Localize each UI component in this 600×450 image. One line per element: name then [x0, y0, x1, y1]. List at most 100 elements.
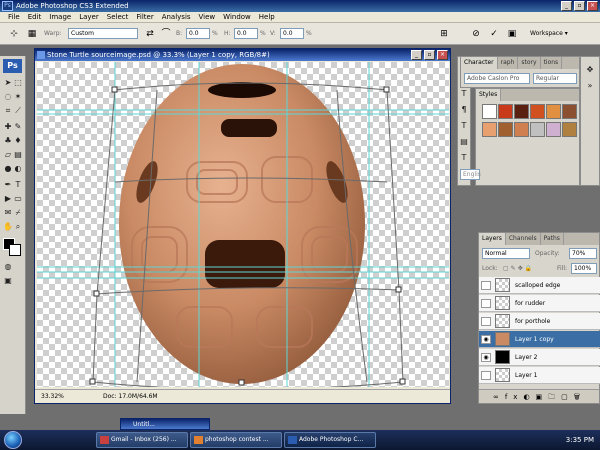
document-title-bar[interactable]: Stone Turtle sourceimage.psd @ 33.3% (La…: [35, 49, 450, 61]
slice-tool-icon[interactable]: ⟋: [13, 106, 23, 116]
history-brush-icon[interactable]: ♦: [13, 136, 23, 146]
visibility-eye-icon[interactable]: ◉: [481, 353, 491, 362]
layer-row[interactable]: for rudder: [479, 295, 600, 312]
dodge-tool-icon[interactable]: ◐: [13, 164, 23, 174]
path-select-icon[interactable]: ▶: [3, 194, 13, 204]
visibility-eye-icon[interactable]: [481, 317, 491, 326]
menu-file[interactable]: File: [4, 12, 24, 22]
tab-paragraph[interactable]: raph: [498, 57, 519, 69]
menu-window[interactable]: Window: [219, 12, 255, 22]
style-swatch[interactable]: [482, 122, 497, 137]
menu-image[interactable]: Image: [45, 12, 75, 22]
cancel-transform-icon[interactable]: ⊘: [470, 28, 482, 40]
doc-close-button[interactable]: ×: [437, 50, 448, 60]
commit-transform-icon[interactable]: ✓: [488, 28, 500, 40]
start-button[interactable]: [4, 431, 22, 449]
style-swatch[interactable]: [562, 122, 577, 137]
tab-channels[interactable]: Channels: [506, 233, 541, 245]
bend-field[interactable]: 0.0: [186, 28, 210, 39]
style-swatch[interactable]: [530, 122, 545, 137]
panel-options-icon[interactable]: ✥: [585, 65, 595, 75]
tab-layers[interactable]: Layers: [479, 233, 506, 245]
type-options-icon[interactable]: T: [459, 121, 469, 131]
menu-select[interactable]: Select: [103, 12, 133, 22]
h-field[interactable]: 0.0: [234, 28, 258, 39]
zoom-readout[interactable]: 33.32%: [41, 390, 64, 403]
panel-collapse-icon[interactable]: »: [585, 81, 595, 91]
language-select[interactable]: Englis: [460, 169, 481, 180]
font-family-select[interactable]: Adobe Caslon Pro: [464, 73, 530, 84]
tab-options[interactable]: tions: [541, 57, 563, 69]
styles-icon[interactable]: ▤: [459, 137, 469, 147]
visibility-eye-icon[interactable]: [481, 299, 491, 308]
menu-view[interactable]: View: [195, 12, 220, 22]
shape-tool-icon[interactable]: ▭: [13, 194, 23, 204]
zoom-tool-icon[interactable]: ⌕: [13, 222, 23, 232]
layer-row[interactable]: for porthole: [479, 313, 600, 330]
brush-tool-icon[interactable]: ✎: [13, 122, 23, 132]
tab-story[interactable]: story: [518, 57, 541, 69]
style-swatch[interactable]: [482, 104, 497, 119]
gradient-tool-icon[interactable]: ▤: [13, 150, 23, 160]
style-swatch[interactable]: [546, 104, 561, 119]
tab-styles[interactable]: Styles: [476, 89, 502, 101]
lasso-tool-icon[interactable]: ◌: [3, 92, 13, 102]
visibility-eye-icon[interactable]: ◉: [481, 335, 491, 344]
layer-row[interactable]: ◉ Layer 1 copy: [479, 331, 600, 348]
layer-row[interactable]: scalloped edge: [479, 277, 600, 294]
warp-style-select[interactable]: Custom: [68, 28, 138, 39]
taskbar-photoshop[interactable]: Adobe Photoshop C...: [284, 432, 376, 448]
close-button[interactable]: ×: [587, 1, 598, 11]
menu-analysis[interactable]: Analysis: [158, 12, 195, 22]
crop-tool-icon[interactable]: ⌗: [3, 106, 13, 116]
paragraph-panel-icon[interactable]: ¶: [459, 105, 469, 115]
menu-layer[interactable]: Layer: [75, 12, 103, 22]
transform-mode-icon[interactable]: ⊞: [438, 28, 450, 40]
menu-filter[interactable]: Filter: [132, 12, 157, 22]
style-swatch[interactable]: [530, 104, 545, 119]
menu-help[interactable]: Help: [255, 12, 279, 22]
fill-field[interactable]: 100%: [571, 263, 597, 274]
minimized-document[interactable]: Untitl...: [120, 418, 210, 430]
style-swatch[interactable]: [498, 122, 513, 137]
warp-orientation-icon[interactable]: ⇄: [144, 28, 156, 40]
healing-brush-icon[interactable]: ✚: [3, 122, 13, 132]
reference-point-icon[interactable]: ▦: [26, 28, 38, 40]
image-canvas[interactable]: [37, 62, 449, 387]
taskbar-photoshop-contest[interactable]: photoshop contest ...: [190, 432, 282, 448]
maximize-button[interactable]: ▫: [574, 1, 585, 11]
visibility-eye-icon[interactable]: [481, 371, 491, 380]
eyedropper-icon[interactable]: ⌿: [13, 208, 23, 218]
background-color-swatch[interactable]: [9, 244, 21, 256]
system-clock[interactable]: 3:35 PM: [566, 430, 594, 450]
visibility-eye-icon[interactable]: [481, 281, 491, 290]
menu-edit[interactable]: Edit: [24, 12, 46, 22]
hand-tool-icon[interactable]: ✋: [3, 222, 13, 232]
marquee-tool-icon[interactable]: ⬚: [13, 78, 23, 88]
character-panel-icon[interactable]: T: [459, 89, 469, 99]
move-tool-icon[interactable]: ➤: [3, 78, 13, 88]
style-swatch[interactable]: [498, 104, 513, 119]
layers-footer-icons[interactable]: ∞fx◐▣🗀▢🗑: [479, 389, 599, 403]
doc-minimize-button[interactable]: _: [411, 50, 422, 60]
notes-tool-icon[interactable]: ✉: [3, 208, 13, 218]
quick-mask-icon[interactable]: ◍: [3, 262, 13, 272]
minimize-button[interactable]: _: [561, 1, 572, 11]
tab-character[interactable]: Character: [461, 57, 498, 69]
workspace-menu[interactable]: Workspace ▾: [530, 28, 568, 39]
font-style-select[interactable]: Regular: [533, 73, 577, 84]
lock-icons[interactable]: ▢✎✥🔒: [503, 263, 534, 274]
bridge-icon[interactable]: ▣: [506, 28, 518, 40]
pen-tool-icon[interactable]: ✒: [3, 180, 13, 190]
type-tool-icon[interactable]: T: [13, 180, 23, 190]
style-swatch[interactable]: [514, 122, 529, 137]
magic-wand-icon[interactable]: ✶: [13, 92, 23, 102]
style-swatch[interactable]: [514, 104, 529, 119]
clone-stamp-icon[interactable]: ♣: [3, 136, 13, 146]
type-tool-panel-icon[interactable]: T: [459, 153, 469, 163]
opacity-field[interactable]: 70%: [569, 248, 597, 259]
layer-row[interactable]: Layer 1: [479, 367, 600, 384]
eraser-tool-icon[interactable]: ▱: [3, 150, 13, 160]
layer-row[interactable]: ◉ Layer 2: [479, 349, 600, 366]
transform-tool-icon[interactable]: ⊹: [8, 28, 20, 40]
